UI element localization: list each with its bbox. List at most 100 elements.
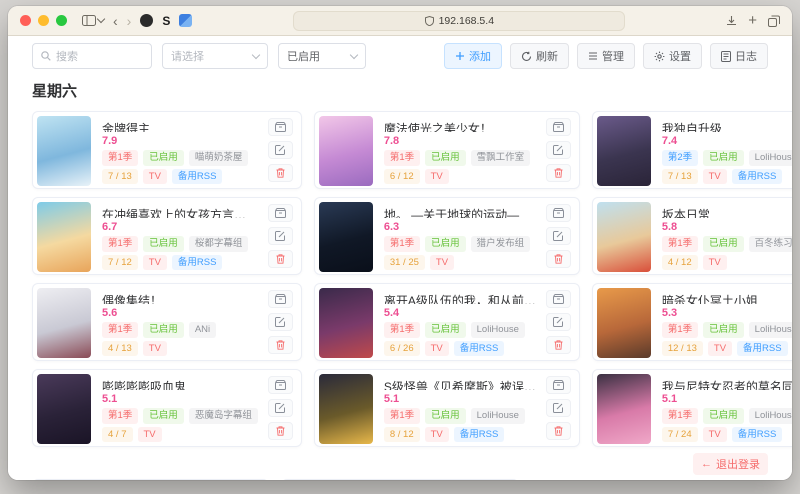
- type-tag: TV: [138, 427, 162, 443]
- delete-button[interactable]: [546, 422, 571, 440]
- episode-progress-tag: 4 / 13: [102, 341, 138, 357]
- blue-grid-extension-icon[interactable]: [179, 14, 192, 27]
- season-tag: 第1季: [102, 322, 138, 338]
- poster-image[interactable]: [319, 288, 373, 358]
- season-tag: 第1季: [384, 408, 420, 424]
- zoom-window-button[interactable]: [56, 15, 67, 26]
- episode-progress-tag: 7 / 24: [662, 427, 698, 443]
- archive-box-icon: [275, 294, 286, 304]
- forward-button[interactable]: ›: [127, 14, 132, 28]
- s-letter-extension-icon[interactable]: S: [162, 15, 170, 27]
- back-button[interactable]: ‹: [113, 14, 118, 28]
- edit-pencil-icon: [553, 403, 563, 413]
- delete-button[interactable]: [268, 336, 293, 354]
- type-tag: TV: [430, 255, 454, 271]
- edit-button[interactable]: [546, 399, 571, 417]
- edit-pencil-icon: [275, 317, 285, 327]
- episode-progress-tag: 7 / 13: [662, 169, 698, 185]
- delete-button[interactable]: [546, 336, 571, 354]
- poster-image[interactable]: [319, 202, 373, 272]
- delete-button[interactable]: [268, 422, 293, 440]
- bangumi-rating: 5.8: [662, 221, 792, 233]
- season-tag: 第1季: [662, 236, 698, 252]
- archive-button[interactable]: [268, 204, 293, 222]
- status-tag: 已启用: [703, 322, 744, 338]
- archive-button[interactable]: [546, 204, 571, 222]
- refresh-button[interactable]: 刷新: [510, 43, 569, 69]
- address-bar[interactable]: 192.168.5.4: [293, 11, 625, 31]
- episode-progress-tag: 6 / 12: [384, 169, 420, 185]
- settings-button[interactable]: 设置: [643, 43, 702, 69]
- bangumi-info: 嘭嘭嘭嘭吸血鬼 5.1 第1季 已启用 恶魔岛字幕组 4 / 7 TV: [91, 374, 264, 442]
- poster-image[interactable]: [597, 288, 651, 358]
- logs-button[interactable]: 日志: [710, 43, 768, 69]
- poster-image[interactable]: [597, 202, 651, 272]
- bangumi-rating: 5.6: [102, 307, 258, 319]
- archive-button[interactable]: [546, 290, 571, 308]
- delete-button[interactable]: [268, 164, 293, 182]
- manage-button[interactable]: 管理: [577, 43, 635, 69]
- bangumi-rating: 5.1: [384, 393, 536, 405]
- archive-button[interactable]: [268, 290, 293, 308]
- tag-row-2: 7 / 13 TV 备用RSS: [102, 169, 258, 185]
- trash-icon: [554, 168, 563, 178]
- bangumi-rating: 5.3: [662, 307, 792, 319]
- dark-circle-extension-icon[interactable]: [140, 14, 153, 27]
- card-actions: [542, 116, 575, 184]
- archive-button[interactable]: [546, 376, 571, 394]
- filter-select[interactable]: 请选择: [162, 43, 268, 69]
- close-window-button[interactable]: [20, 15, 31, 26]
- poster-image[interactable]: [319, 374, 373, 444]
- archive-button[interactable]: [546, 118, 571, 136]
- search-placeholder: 搜索: [56, 48, 78, 64]
- poster-image[interactable]: [597, 374, 651, 444]
- archive-box-icon: [553, 294, 564, 304]
- logout-button[interactable]: ← 退出登录: [693, 453, 768, 475]
- add-button[interactable]: 添加: [444, 43, 502, 69]
- edit-button[interactable]: [546, 141, 571, 159]
- search-input[interactable]: 搜索: [32, 43, 152, 69]
- edit-button[interactable]: [268, 399, 293, 417]
- episode-progress-tag: 6 / 26: [384, 341, 420, 357]
- tag-row-2: 7 / 12 TV 备用RSS: [102, 255, 258, 271]
- bangumi-title: 魔法使光之美少女！: [384, 120, 536, 132]
- poster-image[interactable]: [37, 202, 91, 272]
- subgroup-tag: 雪飘工作室: [471, 150, 531, 166]
- card-actions: [542, 288, 575, 356]
- edit-button[interactable]: [268, 313, 293, 331]
- status-select[interactable]: 已启用: [278, 43, 366, 69]
- edit-button[interactable]: [268, 141, 293, 159]
- poster-image[interactable]: [37, 288, 91, 358]
- delete-button[interactable]: [546, 250, 571, 268]
- bangumi-rating: 6.3: [384, 221, 536, 233]
- status-tag: 已启用: [425, 322, 466, 338]
- document-icon: [721, 51, 731, 62]
- edit-button[interactable]: [268, 227, 293, 245]
- poster-image[interactable]: [37, 116, 91, 186]
- delete-button[interactable]: [546, 164, 571, 182]
- logout-row: ← 退出登录: [32, 453, 768, 475]
- downloads-icon[interactable]: [726, 15, 737, 26]
- edit-pencil-icon: [553, 317, 563, 327]
- trash-icon: [554, 426, 563, 436]
- new-tab-icon[interactable]: +: [748, 13, 757, 28]
- poster-image[interactable]: [319, 116, 373, 186]
- archive-button[interactable]: [268, 376, 293, 394]
- edit-button[interactable]: [546, 227, 571, 245]
- subgroup-tag: 猎户发布组: [471, 236, 531, 252]
- archive-button[interactable]: [268, 118, 293, 136]
- delete-button[interactable]: [268, 250, 293, 268]
- edit-button[interactable]: [546, 313, 571, 331]
- sidebar-toggle-icon[interactable]: [82, 15, 104, 26]
- subgroup-tag: LoliHouse: [471, 408, 525, 424]
- tab-overview-icon[interactable]: [768, 15, 780, 27]
- poster-image[interactable]: [597, 116, 651, 186]
- card-actions: [264, 116, 297, 184]
- minimize-window-button[interactable]: [38, 15, 49, 26]
- edit-pencil-icon: [275, 403, 285, 413]
- bangumi-rating: 5.1: [102, 393, 258, 405]
- tag-row-2: 7 / 13 TV 备用RSS: [662, 169, 792, 185]
- poster-image[interactable]: [37, 374, 91, 444]
- bangumi-card: 地。 —关于地球的运动— 6.3 第1季 已启用 猎户发布组 31 / 25 T…: [314, 197, 580, 275]
- tag-row-1: 第1季 已启用 LoliHouse: [384, 322, 536, 338]
